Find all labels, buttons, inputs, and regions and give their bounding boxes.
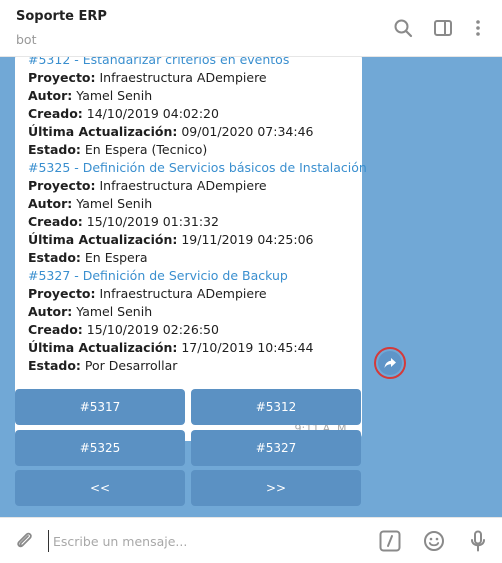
field-label: Última Actualización:: [28, 124, 178, 139]
keyboard-button-next[interactable]: >>: [191, 470, 361, 506]
issue-link[interactable]: #5325 - Definición de Servicios básicos …: [28, 159, 367, 177]
issue-link[interactable]: #5327 - Definición de Servicio de Backup: [28, 267, 358, 285]
sidebar-toggle-icon[interactable]: [431, 16, 455, 40]
issue-field: Autor: Yamel Senih: [28, 195, 358, 213]
keyboard-button-prev[interactable]: <<: [15, 470, 185, 506]
field-label: Proyecto:: [28, 286, 96, 301]
field-label: Proyecto:: [28, 178, 96, 193]
field-value: 15/10/2019 02:26:50: [82, 322, 219, 337]
share-icon: [378, 351, 402, 375]
chat-title[interactable]: Soporte ERP: [16, 9, 107, 24]
field-label: Creado:: [28, 322, 83, 337]
field-value: 15/10/2019 01:31:32: [82, 214, 219, 229]
more-vertical-icon[interactable]: [466, 16, 490, 40]
search-icon[interactable]: [391, 16, 415, 40]
field-value: Infraestructura ADempiere: [95, 178, 267, 193]
field-label: Estado:: [28, 142, 81, 157]
message-text: #5312 - Estandarizar criterios en evento…: [28, 57, 367, 375]
field-value: En Espera (Tecnico): [80, 142, 208, 157]
field-value: 14/10/2019 04:02:20: [82, 106, 219, 121]
issue-field: Estado: Por Desarrollar: [28, 357, 358, 375]
field-value: Yamel Senih: [72, 304, 153, 319]
chat-history[interactable]: #5312 - Estandarizar criterios en evento…: [0, 57, 502, 517]
field-label: Creado:: [28, 106, 83, 121]
emoji-icon[interactable]: [422, 529, 446, 553]
issue-field: Creado: 14/10/2019 04:02:20: [28, 105, 358, 123]
issue-field: Última Actualización: 19/11/2019 04:25:0…: [28, 231, 358, 249]
field-label: Autor:: [28, 196, 73, 211]
attach-icon[interactable]: [12, 529, 36, 553]
field-value: En Espera: [80, 250, 148, 265]
field-label: Autor:: [28, 88, 73, 103]
issue-field: Estado: En Espera: [28, 249, 358, 267]
bot-commands-icon[interactable]: [378, 529, 402, 553]
issue-field: Creado: 15/10/2019 02:26:50: [28, 321, 358, 339]
issue-field: Estado: En Espera (Tecnico): [28, 141, 358, 159]
message-bubble: #5312 - Estandarizar criterios en evento…: [15, 57, 367, 441]
field-label: Autor:: [28, 304, 73, 319]
issue-field: Proyecto: Infraestructura ADempiere: [28, 285, 358, 303]
field-label: Estado:: [28, 358, 81, 373]
issue-field: Autor: Yamel Senih: [28, 303, 358, 321]
field-label: Última Actualización:: [28, 340, 178, 355]
field-value: Por Desarrollar: [80, 358, 178, 373]
chat-subtitle: bot: [16, 32, 37, 47]
issue-field: Última Actualización: 17/10/2019 10:45:4…: [28, 339, 358, 357]
message-composer: [0, 517, 502, 563]
issue-field: Última Actualización: 09/01/2020 07:34:4…: [28, 123, 358, 141]
field-value: 17/10/2019 10:45:44: [177, 340, 314, 355]
field-label: Proyecto:: [28, 70, 96, 85]
field-label: Creado:: [28, 214, 83, 229]
keyboard-button-5327[interactable]: #5327: [191, 430, 361, 466]
field-value: 09/01/2020 07:34:46: [177, 124, 314, 139]
field-value: 19/11/2019 04:25:06: [177, 232, 314, 247]
keyboard-button-5325[interactable]: #5325: [15, 430, 185, 466]
chat-header: Soporte ERP bot: [0, 0, 502, 57]
keyboard-button-5312[interactable]: #5312: [191, 389, 361, 425]
field-value: Yamel Senih: [72, 88, 153, 103]
issue-field: Proyecto: Infraestructura ADempiere: [28, 177, 358, 195]
issue-field: Proyecto: Infraestructura ADempiere: [28, 69, 358, 87]
field-value: Infraestructura ADempiere: [95, 70, 267, 85]
field-value: Infraestructura ADempiere: [95, 286, 267, 301]
issue-field: Creado: 15/10/2019 01:31:32: [28, 213, 358, 231]
issue-field: Autor: Yamel Senih: [28, 87, 358, 105]
microphone-icon[interactable]: [466, 529, 490, 553]
field-value: Yamel Senih: [72, 196, 153, 211]
issue-link[interactable]: #5312 - Estandarizar criterios en evento…: [28, 57, 358, 69]
field-label: Estado:: [28, 250, 81, 265]
field-label: Última Actualización:: [28, 232, 178, 247]
share-button[interactable]: [374, 347, 406, 379]
keyboard-button-5317[interactable]: #5317: [15, 389, 185, 425]
message-input[interactable]: [48, 530, 348, 552]
